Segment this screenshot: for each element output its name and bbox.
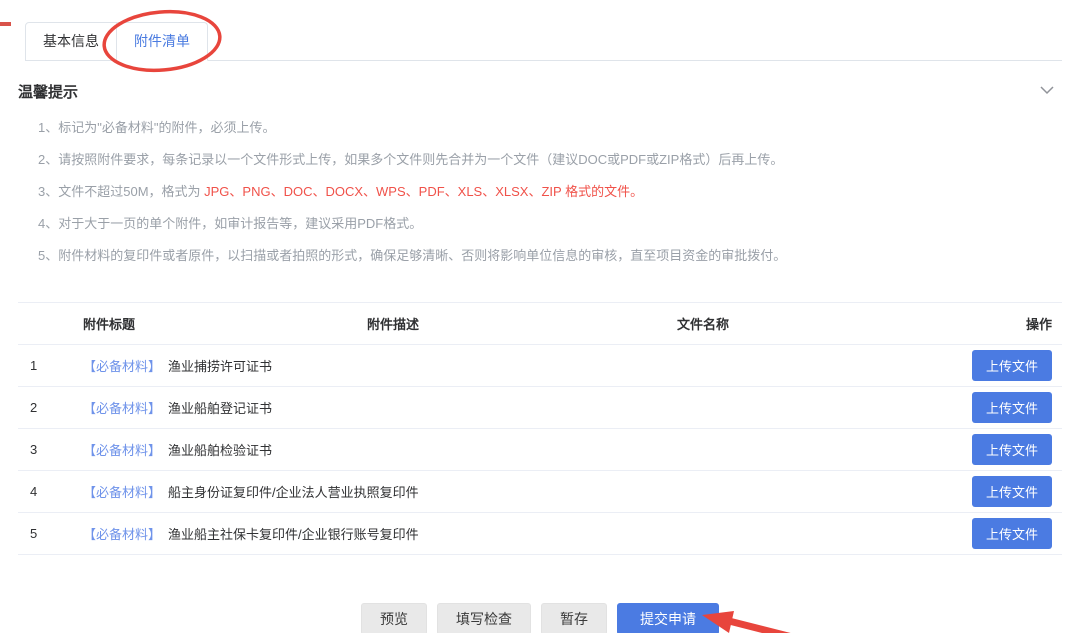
row-index: 3 [18,428,63,471]
attachment-title: 渔业船舶检验证书 [168,443,273,458]
file-name-cell [473,344,933,387]
tip-item: 2、请按照附件要求，每条记录以一个文件形式上传，如果多个文件则先合并为一个文件（… [38,144,1080,176]
row-index: 1 [18,344,63,387]
tab-attachment-list[interactable]: 附件清单 [116,22,208,61]
tip-text: 2、请按照附件要求，每条记录以一个文件形式上传，如果多个文件则先合并为一个文件（… [38,152,784,167]
table-row: 4 【必备材料】 船主身份证复印件/企业法人营业执照复印件 上传文件 [18,470,1062,513]
tip-item: 3、文件不超过50M，格式为 JPG、PNG、DOC、DOCX、WPS、PDF、… [38,176,1080,208]
footer-actions: 预览 填写检查 暂存 提交申请 [0,603,1080,633]
file-name-cell [473,428,933,471]
upload-file-button[interactable]: 上传文件 [971,518,1052,549]
row-index: 5 [18,512,63,555]
required-tag: 【必备材料】 [83,527,162,542]
tips-list: 1、标记为"必备材料"的附件，必须上传。 2、请按照附件要求，每条记录以一个文件… [38,112,1080,272]
required-tag: 【必备材料】 [83,485,162,500]
submit-application-button[interactable]: 提交申请 [617,603,719,633]
file-name-cell [473,512,933,555]
tip-item: 1、标记为"必备材料"的附件，必须上传。 [38,112,1080,144]
table-header-row: 附件标题 附件描述 文件名称 操作 [18,302,1062,345]
tab-basic-info[interactable]: 基本信息 [25,22,117,61]
attachment-title: 渔业船舶登记证书 [168,401,273,416]
row-index: 4 [18,470,63,513]
corner-red-mark [0,22,11,26]
temp-save-button[interactable]: 暂存 [541,603,607,633]
header-action: 操作 [933,302,1062,345]
upload-file-button[interactable]: 上传文件 [971,350,1052,381]
required-tag: 【必备材料】 [83,443,162,458]
attachment-title: 船主身份证复印件/企业法人营业执照复印件 [168,485,419,500]
upload-file-button[interactable]: 上传文件 [971,476,1052,507]
row-index: 2 [18,386,63,429]
required-tag: 【必备材料】 [83,401,162,416]
tip-text: 5、附件材料的复印件或者原件，以扫描或者拍照的形式，确保足够清晰、否则将影响单位… [38,248,787,263]
tips-title: 温馨提示 [18,83,79,101]
attachment-desc-cell [313,428,473,471]
header-index [18,302,63,345]
tip-text: 3、文件不超过50M，格式为 [38,184,205,199]
tip-item: 4、对于大于一页的单个附件，如审计报告等，建议采用PDF格式。 [38,208,1080,240]
tip-item: 5、附件材料的复印件或者原件，以扫描或者拍照的形式，确保足够清晰、否则将影响单位… [38,240,1080,272]
tip-text: 1、标记为"必备材料"的附件，必须上传。 [38,120,276,135]
tips-header: 温馨提示 [18,78,1058,104]
attachment-desc-cell [313,344,473,387]
fill-check-button[interactable]: 填写检查 [437,603,531,633]
file-name-cell [473,386,933,429]
file-name-cell [473,470,933,513]
header-file-name: 文件名称 [473,302,933,345]
chevron-down-icon[interactable] [1036,78,1058,104]
table-row: 5 【必备材料】 渔业船主社保卡复印件/企业银行账号复印件 上传文件 [18,512,1062,555]
attachment-title: 渔业船主社保卡复印件/企业银行账号复印件 [168,527,419,542]
tip-text-highlight: JPG、PNG、DOC、DOCX、WPS、PDF、XLS、XLSX、ZIP 格式… [204,184,644,199]
required-tag: 【必备材料】 [83,359,162,374]
tip-text: 4、对于大于一页的单个附件，如审计报告等，建议采用PDF格式。 [38,216,423,231]
upload-file-button[interactable]: 上传文件 [971,392,1052,423]
header-attachment-title: 附件标题 [63,302,313,345]
table-row: 3 【必备材料】 渔业船舶检验证书 上传文件 [18,428,1062,471]
attachment-desc-cell [313,386,473,429]
preview-button[interactable]: 预览 [361,603,427,633]
table-row: 2 【必备材料】 渔业船舶登记证书 上传文件 [18,386,1062,429]
attachment-table: 附件标题 附件描述 文件名称 操作 1 【必备材料】 渔业捕捞许可证书 上传文件 … [18,302,1062,555]
tab-bar: 基本信息 附件清单 [25,9,1062,73]
header-attachment-desc: 附件描述 [313,302,473,345]
page-container: 基本信息 附件清单 温馨提示 1、标记为"必备材料"的附件，必须上传。 2、请按… [0,9,1080,633]
table-row: 1 【必备材料】 渔业捕捞许可证书 上传文件 [18,344,1062,387]
upload-file-button[interactable]: 上传文件 [971,434,1052,465]
attachment-title: 渔业捕捞许可证书 [168,359,273,374]
